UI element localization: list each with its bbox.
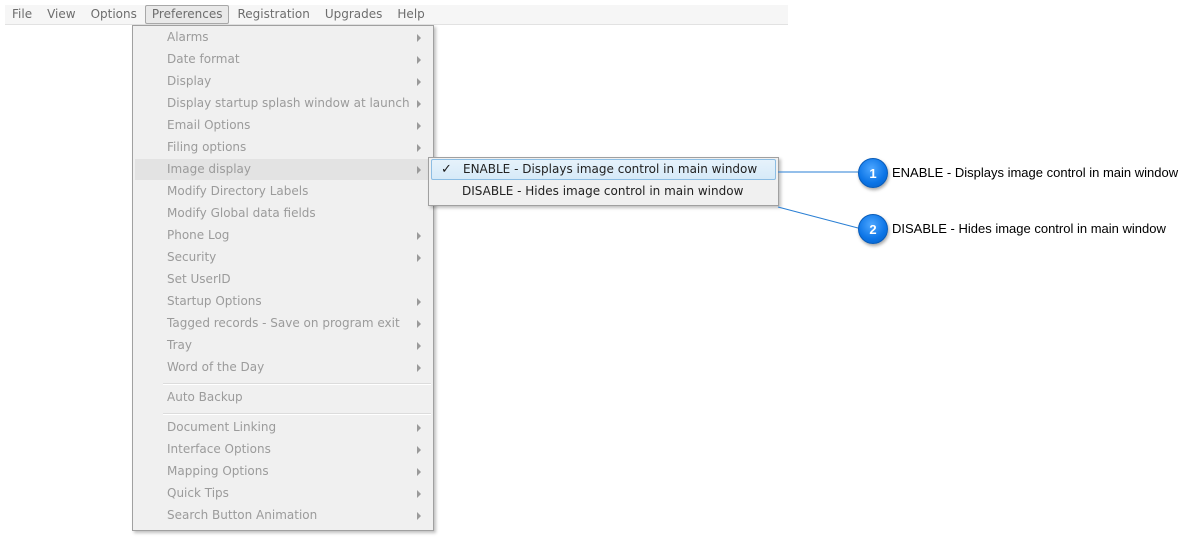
callout-text-2: DISABLE - Hides image control in main wi… [892, 221, 1166, 236]
callout-badge-2: 2 [858, 214, 888, 244]
callout-text-1: ENABLE - Displays image control in main … [892, 165, 1179, 180]
callout-line-2 [777, 206, 859, 229]
callout-connectors [777, 171, 859, 229]
callout-badge-1: 1 [858, 158, 888, 188]
